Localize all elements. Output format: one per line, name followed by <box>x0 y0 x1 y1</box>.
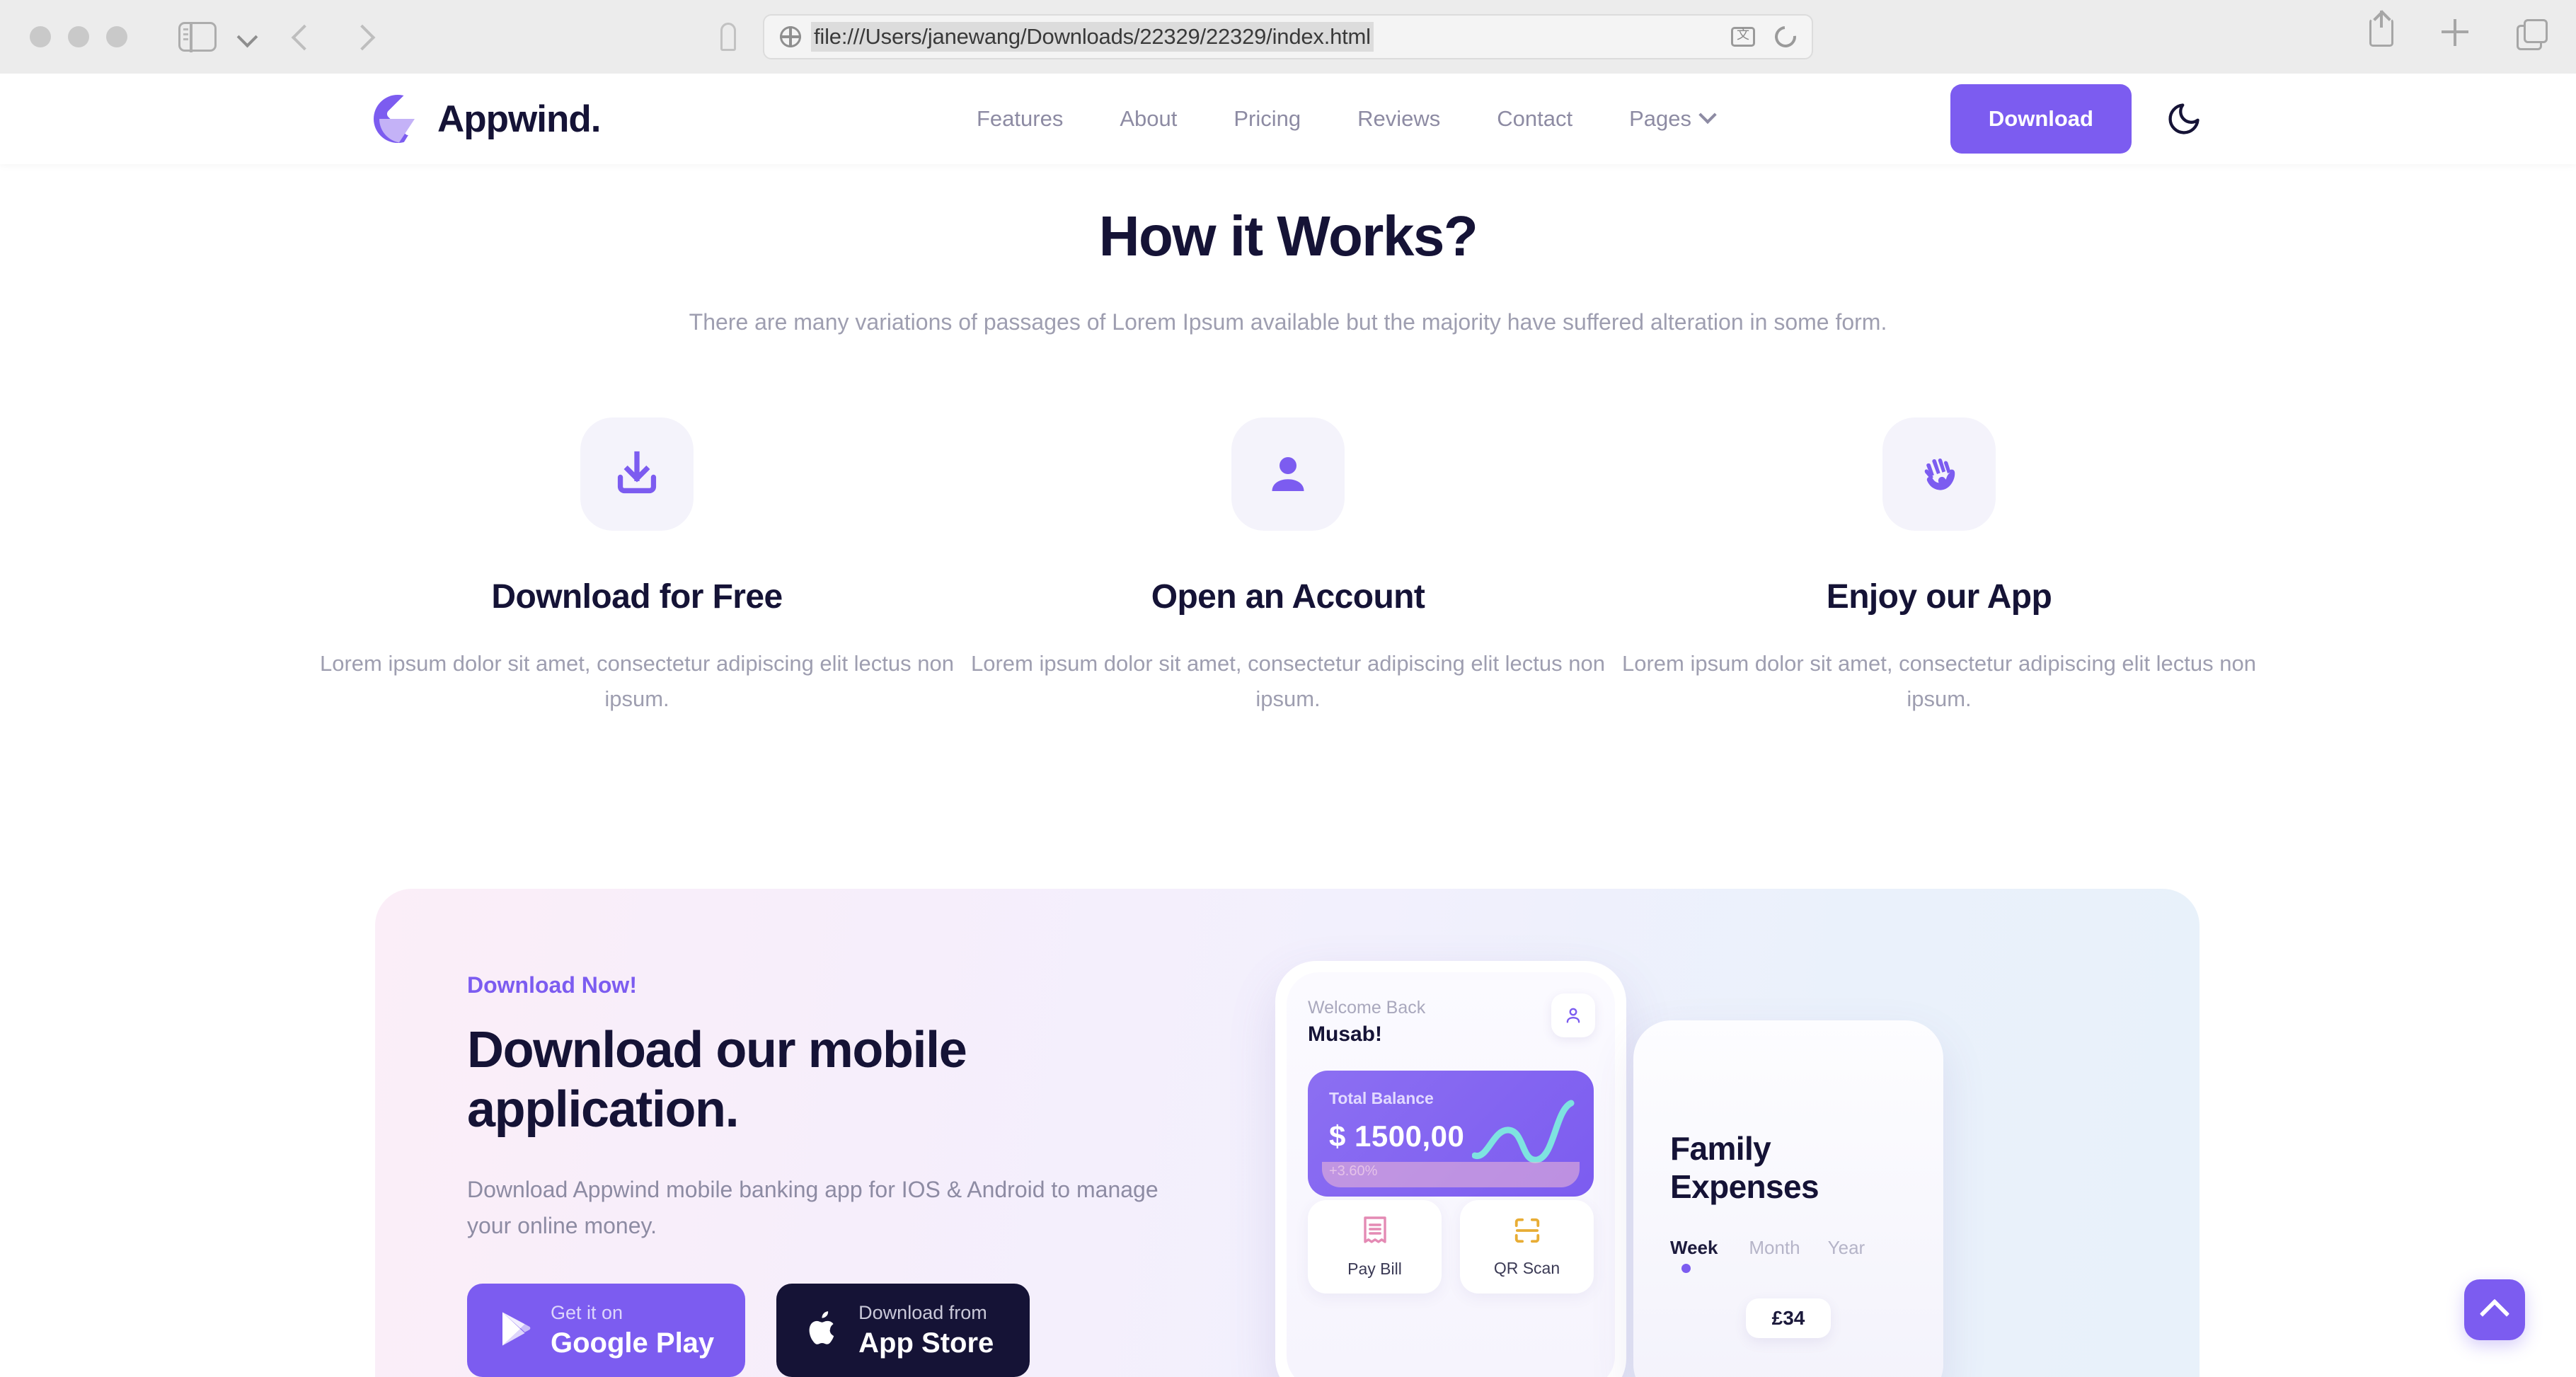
step-title: Enjoy our App <box>1826 577 2052 616</box>
reload-icon[interactable] <box>1770 21 1801 52</box>
expenses-badge: £34 <box>1746 1298 1831 1338</box>
nav-item-pricing[interactable]: Pricing <box>1205 106 1329 132</box>
receipt-icon <box>1361 1215 1389 1250</box>
step-description: Lorem ipsum dolor sit amet, consectetur … <box>971 650 1605 712</box>
nav-item-pages[interactable]: Pages <box>1601 105 1742 132</box>
tab-group-chevron-down-icon[interactable] <box>238 28 256 46</box>
google-play-icon <box>498 1310 532 1352</box>
translate-icon[interactable] <box>1731 25 1755 47</box>
download-button[interactable]: Download <box>1950 84 2132 154</box>
url-text: file:///Users/janewang/Downloads/22329/2… <box>811 22 1374 52</box>
step-card-account: Open an Account Lorem ipsum dolor sit am… <box>962 417 1614 717</box>
app-store-button[interactable]: Download from App Store <box>776 1284 1030 1377</box>
google-play-button[interactable]: Get it on Google Play <box>467 1284 746 1377</box>
chevron-down-icon <box>1698 105 1717 125</box>
quick-actions: Pay Bill QR Scan <box>1308 1200 1594 1294</box>
store-big-text: Google Play <box>551 1327 715 1359</box>
user-icon <box>1231 417 1345 531</box>
cta-description: Download Appwind mobile banking app for … <box>467 1177 1158 1239</box>
store-small-text: Get it on <box>551 1302 623 1324</box>
expenses-tabs: Week Month Year <box>1670 1237 1907 1273</box>
sidebar-toggle-icon[interactable] <box>178 21 217 52</box>
steps-grid: Download for Free Lorem ipsum dolor sit … <box>0 417 2576 717</box>
maximize-button[interactable] <box>106 26 127 47</box>
step-title: Open an Account <box>1151 577 1425 616</box>
sidebar-lines-icon <box>183 28 188 40</box>
section-title: How it Works? <box>1098 204 1478 267</box>
cta-heading: Download our mobile application. <box>467 1022 967 1138</box>
download-cta-section: Download Now! Download our mobile applic… <box>375 889 2200 1377</box>
download-icon <box>580 417 694 531</box>
google-play-label: Get it on Google Play <box>551 1302 714 1359</box>
waving-hands-icon <box>1882 417 1996 531</box>
nav-item-reviews[interactable]: Reviews <box>1329 106 1468 132</box>
app-store-label: Download from App Store <box>858 1302 994 1359</box>
step-description: Lorem ipsum dolor sit amet, consectetur … <box>320 650 954 712</box>
globe-icon <box>780 26 801 47</box>
step-card-download: Download for Free Lorem ipsum dolor sit … <box>311 417 962 717</box>
nav-label: Contact <box>1497 106 1573 131</box>
expenses-title: Family Expenses <box>1670 1130 1819 1205</box>
how-it-works-section: How it Works? There are many variations … <box>0 164 2576 717</box>
cta-kicker: Download Now! <box>467 972 637 998</box>
qr-scan-icon <box>1512 1216 1542 1249</box>
step-card-enjoy: Enjoy our App Lorem ipsum dolor sit amet… <box>1614 417 2265 717</box>
minimize-button[interactable] <box>68 26 89 47</box>
nav-item-features[interactable]: Features <box>948 106 1091 132</box>
apple-icon <box>807 1309 840 1352</box>
browser-right-controls <box>2369 11 2548 50</box>
privacy-shield-icon <box>720 23 736 51</box>
balance-sparkline-chart <box>1472 1100 1575 1163</box>
brand-logo[interactable]: Appwind. <box>374 91 601 143</box>
appwind-logo-icon <box>374 91 432 143</box>
family-expenses-card: Family Expenses Week Month Year £34 <box>1633 1020 1943 1377</box>
browser-toolbar: file:///Users/janewang/Downloads/22329/2… <box>0 0 2576 74</box>
nav-label: Reviews <box>1357 106 1441 131</box>
store-buttons: Get it on Google Play Download from App … <box>467 1284 1175 1377</box>
back-arrow-icon[interactable] <box>289 23 317 51</box>
tab-week[interactable]: Week <box>1670 1237 1749 1273</box>
nav-label: About <box>1120 106 1178 131</box>
phone-mockup-main: Welcome Back Musab! Total Balance $ 1500… <box>1275 961 1626 1377</box>
moon-icon[interactable] <box>2166 100 2202 137</box>
phone-screen: Welcome Back Musab! Total Balance $ 1500… <box>1287 972 1615 1377</box>
header-actions: Download <box>1950 84 2202 154</box>
section-subtitle: There are many variations of passages of… <box>689 309 1887 335</box>
site-header: Appwind. Features About Pricing Reviews … <box>0 74 2576 164</box>
address-bar-actions <box>1731 21 1801 52</box>
step-description: Lorem ipsum dolor sit amet, consectetur … <box>1622 650 2256 712</box>
pay-bill-action[interactable]: Pay Bill <box>1308 1200 1442 1294</box>
card-stack-shadow <box>1322 1162 1580 1187</box>
quick-action-label: Pay Bill <box>1347 1260 1402 1278</box>
cta-copy: Download Now! Download our mobile applic… <box>467 972 1175 1377</box>
nav-item-contact[interactable]: Contact <box>1468 106 1601 132</box>
close-button[interactable] <box>30 26 51 47</box>
web-page: Appwind. Features About Pricing Reviews … <box>0 74 2576 1377</box>
address-bar[interactable]: file:///Users/janewang/Downloads/22329/2… <box>763 14 1813 59</box>
store-big-text: App Store <box>858 1327 994 1359</box>
new-tab-icon[interactable] <box>2442 19 2468 46</box>
share-icon[interactable] <box>2369 11 2393 47</box>
browser-left-controls <box>0 21 378 52</box>
quick-action-label: QR Scan <box>1493 1259 1560 1277</box>
forward-arrow-icon[interactable] <box>350 23 378 51</box>
chevron-up-icon <box>2479 1298 2510 1329</box>
window-traffic-lights[interactable] <box>30 26 127 47</box>
qr-scan-action[interactable]: QR Scan <box>1460 1200 1594 1294</box>
store-small-text: Download from <box>858 1302 987 1324</box>
tab-overview-icon[interactable] <box>2517 19 2548 50</box>
nav-label: Features <box>977 106 1064 131</box>
nav-label: Pricing <box>1234 106 1301 131</box>
nav-item-about[interactable]: About <box>1091 106 1205 132</box>
tab-month[interactable]: Month <box>1749 1237 1827 1259</box>
brand-name: Appwind. <box>437 98 601 140</box>
tab-year[interactable]: Year <box>1828 1237 1907 1259</box>
nav-label: Pages <box>1629 106 1692 131</box>
avatar[interactable] <box>1551 993 1595 1037</box>
scroll-to-top-button[interactable] <box>2464 1279 2525 1340</box>
step-title: Download for Free <box>491 577 783 616</box>
main-navigation: Features About Pricing Reviews Contact P… <box>948 105 1742 132</box>
